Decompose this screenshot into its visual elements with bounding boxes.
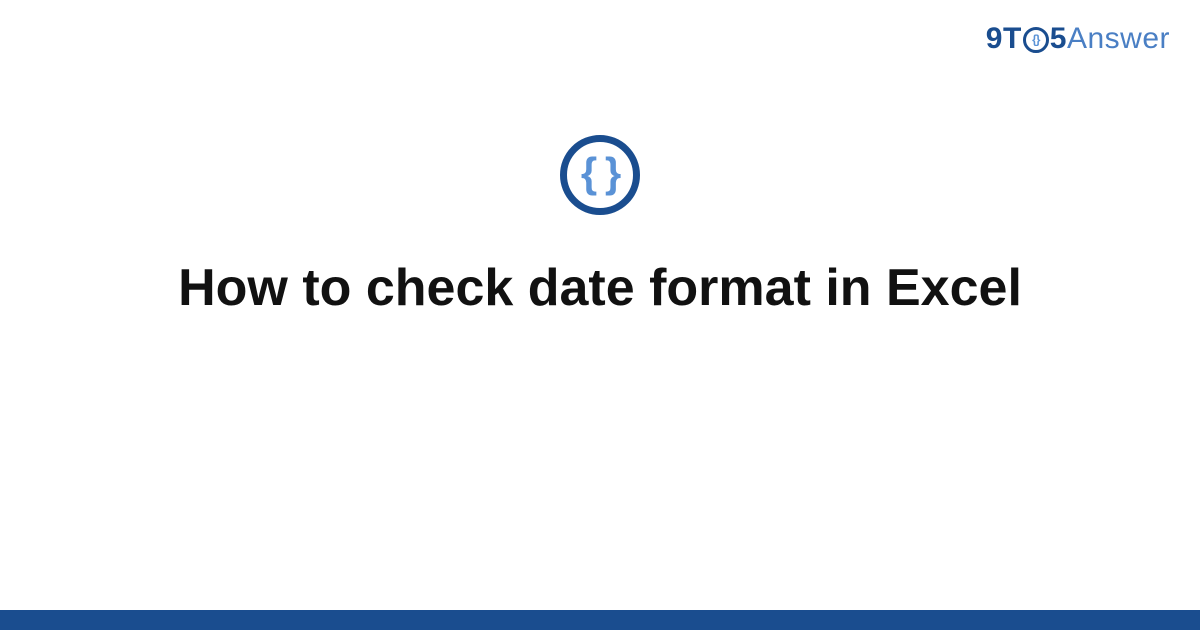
social-card: 9T {} 5Answer { } How to check date format… <box>0 0 1200 630</box>
brand-answer: Answer <box>1067 22 1170 55</box>
page-title: How to check date format in Excel <box>0 258 1200 318</box>
brand-o-icon: {} <box>1023 27 1049 53</box>
brand-nine: 9 <box>986 22 1003 55</box>
footer-accent-bar <box>0 610 1200 630</box>
braces-icon: {} <box>1032 32 1039 46</box>
brand-logo: 9T {} 5Answer <box>986 22 1170 56</box>
brand-five: 5 <box>1050 22 1067 55</box>
code-braces-icon: { } <box>560 135 640 215</box>
braces-glyph: { } <box>581 152 619 194</box>
brand-t: T <box>1003 22 1022 55</box>
